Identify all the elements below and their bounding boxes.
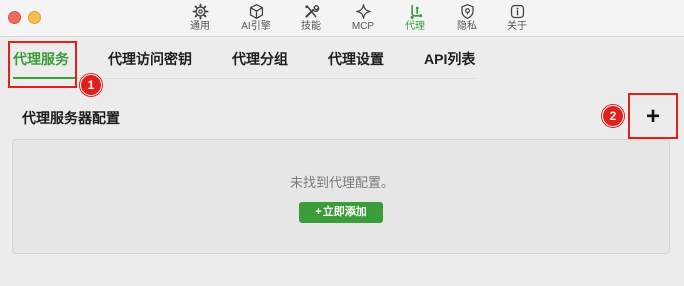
toolbar-item-label: 关于 <box>507 21 527 32</box>
shield-icon <box>460 4 474 19</box>
toolbar-item-privacy[interactable]: 隐私 <box>449 2 485 35</box>
toolbar-item-label: AI引擎 <box>241 21 271 32</box>
plus-icon: + <box>315 206 322 218</box>
add-now-button-label: 立即添加 <box>322 206 367 218</box>
toolbar-item-label: 代理 <box>405 21 425 32</box>
toolbar-item-label: 通用 <box>190 21 210 32</box>
window-close-button[interactable] <box>8 11 21 24</box>
tab-proxy-access-keys[interactable]: 代理访问密钥 <box>108 50 192 68</box>
toolbar-item-about[interactable]: 关于 <box>499 2 535 35</box>
empty-state-message: 未找到代理配置。 <box>289 175 394 190</box>
annotation-badge-1: 1 <box>80 74 102 96</box>
toolbar-item-general[interactable]: 通用 <box>182 2 218 35</box>
toolbar-item-skills[interactable]: 技能 <box>293 2 329 35</box>
toolbar-item-label: 技能 <box>301 21 321 32</box>
toolbar-item-proxy[interactable]: 代理 <box>397 2 433 35</box>
proxy-icon <box>410 4 422 19</box>
annotation-box-1 <box>8 41 77 88</box>
annotation-badge-2: 2 <box>602 105 624 127</box>
toolbar-item-label: 隐私 <box>457 21 477 32</box>
annotation-box-2 <box>628 93 678 139</box>
section-title: 代理服务器配置 <box>22 110 120 126</box>
gear-icon <box>192 3 208 20</box>
tab-api-list[interactable]: API列表 <box>424 50 475 68</box>
tab-bar: 代理服务 代理访问密钥 代理分组 代理设置 API列表 <box>0 37 684 79</box>
info-icon <box>510 4 524 19</box>
cube-icon <box>249 4 263 19</box>
toolbar-item-mcp[interactable]: MCP <box>345 2 381 35</box>
sparkle-icon <box>355 4 371 19</box>
toolbar-item-ai-engine[interactable]: AI引擎 <box>238 2 274 35</box>
tools-icon <box>304 4 319 18</box>
tab-proxy-groups[interactable]: 代理分组 <box>232 50 288 68</box>
window-minimize-button[interactable] <box>28 11 41 24</box>
title-bar: 通用 AI引擎 技能 MCP 代理 隐私 关于 <box>0 0 684 37</box>
tab-proxy-settings[interactable]: 代理设置 <box>328 50 384 68</box>
tabs-divider <box>76 78 476 79</box>
add-now-button[interactable]: + 立即添加 <box>299 202 383 223</box>
proxy-config-panel: 未找到代理配置。 + 立即添加 <box>12 139 670 254</box>
toolbar-item-label: MCP <box>351 21 375 32</box>
